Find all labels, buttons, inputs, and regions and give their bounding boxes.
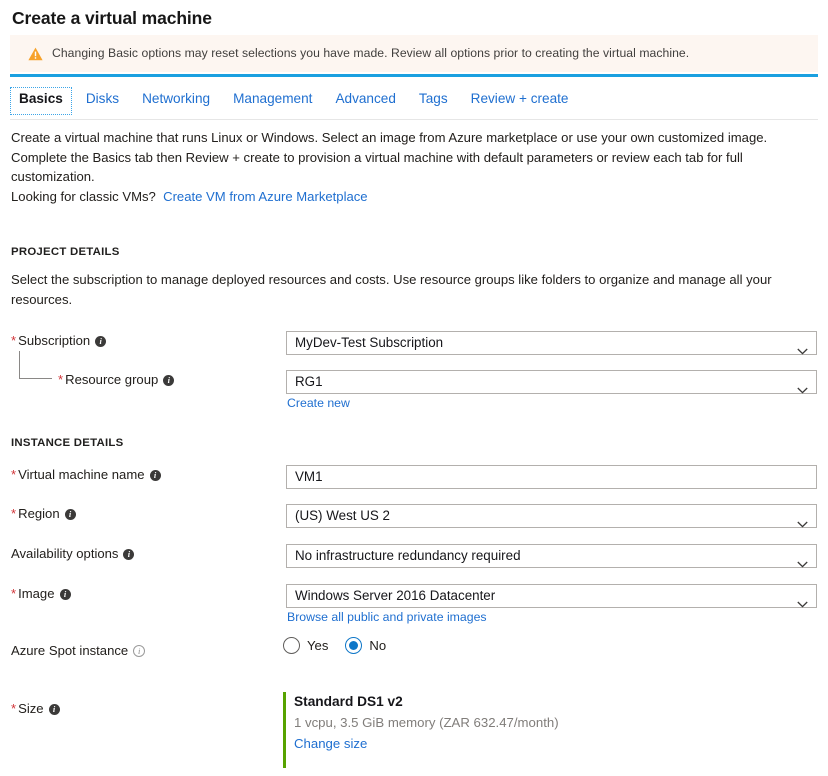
size-spec: 1 vcpu, 3.5 GiB memory (ZAR 632.47/month… [294, 715, 559, 730]
required-marker: * [11, 333, 17, 348]
spot-instance-option-yes[interactable]: Yes [283, 637, 328, 654]
intro-line-2: Complete the Basics tab then Review + cr… [11, 149, 743, 185]
intro-line-1: Create a virtual machine that runs Linux… [11, 130, 768, 145]
create-vm-marketplace-link[interactable]: Create VM from Azure Marketplace [163, 189, 367, 204]
tab-tags[interactable]: Tags [410, 87, 457, 115]
info-icon[interactable]: i [123, 549, 135, 560]
spot-instance-label-text: Azure Spot instance [11, 643, 129, 658]
radio-icon-selected [345, 637, 363, 654]
size-summary-card: Standard DS1 v2 1 vcpu, 3.5 GiB memory (… [283, 692, 559, 768]
spot-instance-label: Azure Spot instance i [11, 641, 146, 661]
chevron-down-icon [797, 379, 808, 394]
image-row: * Image i Windows Server 2016 Datacenter [0, 584, 828, 608]
vm-name-input[interactable]: VM1 [286, 465, 817, 489]
warning-message: Changing Basic options may reset selecti… [52, 46, 690, 60]
region-label: * Region i [11, 504, 76, 524]
region-value: (US) West US 2 [295, 508, 390, 523]
vm-name-label-text: Virtual machine name [18, 467, 145, 482]
spot-instance-option-no[interactable]: No [345, 637, 386, 654]
spot-instance-radio-group: Yes No [283, 637, 399, 654]
browse-images-link[interactable]: Browse all public and private images [287, 610, 487, 625]
resource-group-label-text: Resource group [65, 372, 159, 387]
radio-icon [283, 637, 300, 654]
info-icon[interactable]: i [48, 704, 60, 715]
availability-options-row: Availability options i No infrastructure … [0, 544, 828, 568]
image-dropdown[interactable]: Windows Server 2016 Datacenter [286, 584, 817, 608]
image-label-text: Image [18, 586, 55, 601]
subscription-label-text: Subscription [18, 333, 91, 348]
spot-instance-yes-label: Yes [307, 638, 329, 653]
chevron-down-icon [797, 553, 808, 568]
warning-banner: Changing Basic options may reset selecti… [10, 35, 818, 72]
info-icon[interactable]: i [95, 336, 107, 347]
region-label-text: Region [18, 506, 60, 521]
accent-rule [10, 74, 818, 77]
subscription-label: * Subscription i [11, 331, 107, 351]
subscription-row: * Subscription i MyDev-Test Subscription [0, 331, 828, 355]
tab-networking[interactable]: Networking [133, 87, 219, 115]
intro-text: Create a virtual machine that runs Linux… [11, 128, 817, 206]
availability-options-value: No infrastructure redundancy required [295, 548, 521, 563]
tab-disks[interactable]: Disks [77, 87, 128, 115]
page-title: Create a virtual machine [12, 8, 212, 28]
required-marker: * [11, 586, 17, 601]
project-details-description: Select the subscription to manage deploy… [11, 272, 772, 307]
availability-options-label: Availability options i [11, 544, 135, 564]
size-name: Standard DS1 v2 [294, 694, 403, 709]
size-label-text: Size [18, 701, 44, 716]
info-icon[interactable]: i [59, 589, 71, 600]
vm-name-label: * Virtual machine name i [11, 465, 161, 485]
resource-group-value: RG1 [295, 374, 323, 389]
vm-name-row: * Virtual machine name i VM1 [0, 465, 828, 489]
subscription-value: MyDev-Test Subscription [295, 335, 444, 350]
tab-basics[interactable]: Basics [10, 87, 72, 115]
resource-group-row: * Resource group i RG1 [0, 370, 828, 394]
required-marker: * [11, 506, 17, 521]
info-icon[interactable]: i [163, 375, 175, 386]
subscription-dropdown[interactable]: MyDev-Test Subscription [286, 331, 817, 355]
create-new-resource-group-link[interactable]: Create new [287, 396, 350, 411]
size-label: * Size i [11, 699, 60, 719]
resource-group-dropdown[interactable]: RG1 [286, 370, 817, 394]
availability-options-label-text: Availability options [11, 546, 119, 561]
chevron-down-icon [797, 340, 808, 355]
spot-instance-row: Azure Spot instance i [0, 641, 828, 665]
required-marker: * [58, 372, 64, 387]
tab-review-create[interactable]: Review + create [462, 87, 578, 115]
info-icon[interactable]: i [133, 645, 146, 657]
chevron-down-icon [797, 513, 808, 528]
instance-details-heading: INSTANCE DETAILS [11, 437, 124, 449]
classic-vm-question: Looking for classic VMs? [11, 188, 156, 204]
region-dropdown[interactable]: (US) West US 2 [286, 504, 817, 528]
warning-triangle-icon [28, 47, 43, 61]
info-icon[interactable]: i [149, 470, 161, 481]
project-details-heading: PROJECT DETAILS [11, 246, 120, 258]
availability-options-dropdown[interactable]: No infrastructure redundancy required [286, 544, 817, 568]
resource-group-label: * Resource group i [58, 370, 175, 390]
tab-bar: Basics Disks Networking Management Advan… [10, 87, 818, 120]
required-marker: * [11, 701, 17, 716]
tab-advanced[interactable]: Advanced [326, 87, 404, 115]
vm-name-value: VM1 [295, 469, 323, 484]
intro-line-3: Looking for classic VMs? Create VM from … [11, 187, 817, 207]
info-icon[interactable]: i [64, 509, 76, 520]
image-value: Windows Server 2016 Datacenter [295, 588, 496, 603]
tab-management[interactable]: Management [224, 87, 321, 115]
change-size-link[interactable]: Change size [294, 733, 367, 754]
image-label: * Image i [11, 584, 71, 604]
spot-instance-no-label: No [369, 638, 387, 653]
chevron-down-icon [797, 593, 808, 608]
required-marker: * [11, 467, 17, 482]
region-row: * Region i (US) West US 2 [0, 504, 828, 528]
